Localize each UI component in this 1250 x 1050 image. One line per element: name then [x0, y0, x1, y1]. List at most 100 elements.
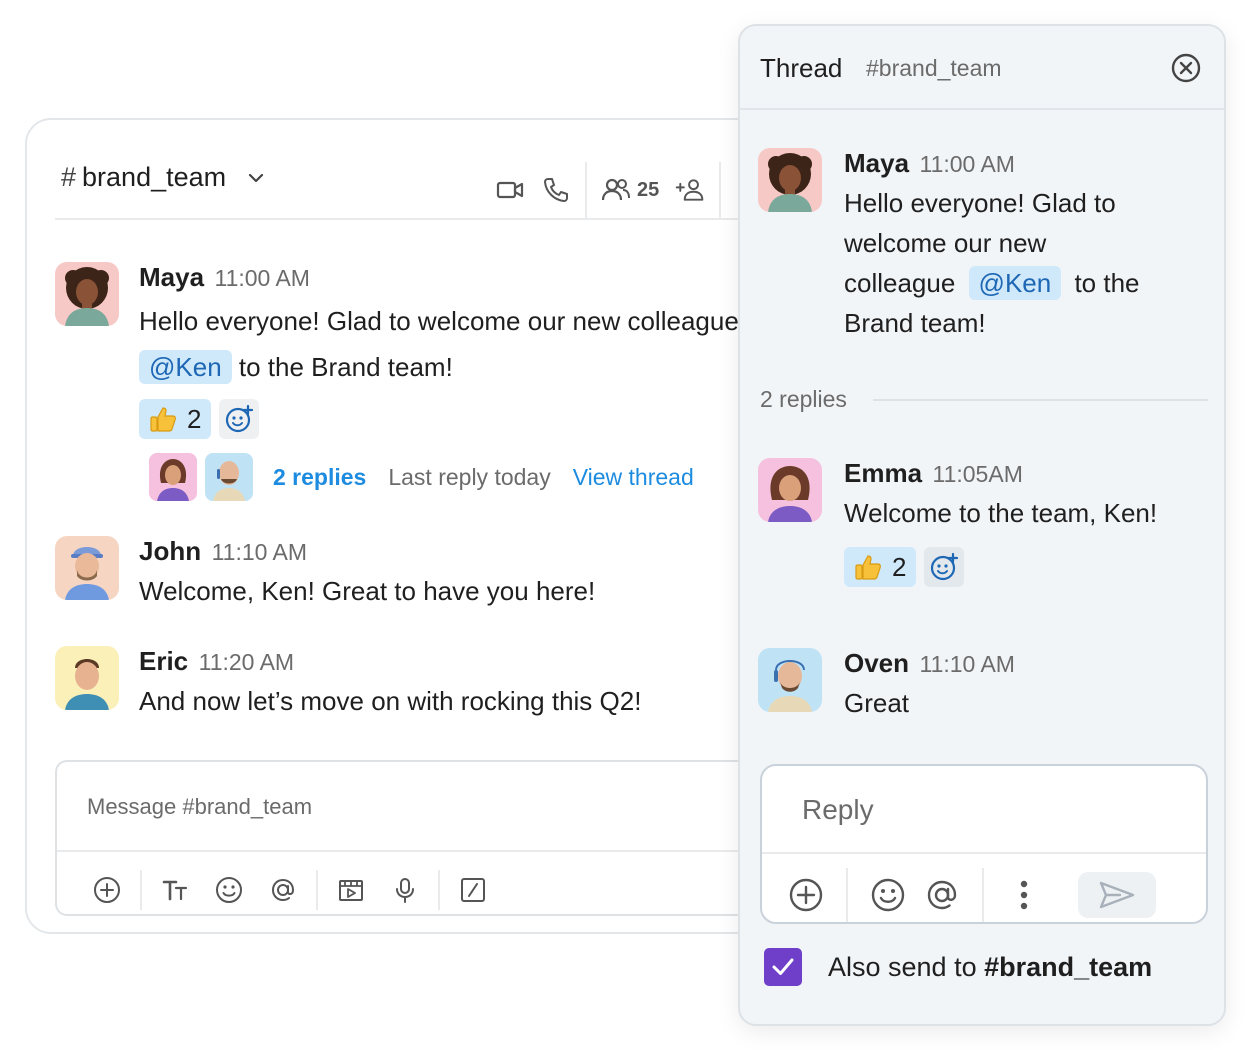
divider-line [872, 398, 1208, 401]
channel-toolbar: 25 [495, 162, 735, 218]
message-body: Eric 11:20 AM And now let’s move on with… [139, 646, 641, 721]
message-input[interactable]: Message #brand_team [87, 794, 312, 820]
reaction-count: 2 [892, 551, 907, 582]
toolbar-divider [846, 868, 848, 922]
avatar-eric[interactable] [55, 646, 119, 710]
toolbar-divider [719, 162, 722, 218]
channel-hash: # [61, 162, 77, 192]
avatar-oven[interactable] [758, 648, 822, 712]
thread-channel[interactable]: #brand_team [866, 55, 1002, 82]
message-text: Great [844, 688, 910, 718]
phone-icon[interactable] [541, 175, 571, 205]
message-author[interactable]: John [139, 536, 201, 566]
reply-input[interactable]: Reply [802, 794, 874, 826]
message-time: 11:00 AM [919, 151, 1015, 177]
message-composer: Message #brand_team [55, 760, 763, 916]
message-text-line: colleague @Ken to the [844, 263, 1214, 303]
channel-title-button[interactable]: # brand_team [61, 162, 266, 193]
channel-header: # brand_team 25 [55, 120, 763, 220]
mention-icon[interactable] [269, 876, 297, 904]
also-send-option[interactable]: Also send to #brand_team [764, 948, 1152, 986]
avatar-john[interactable] [55, 536, 119, 600]
message-text: And now let’s move on with rocking this … [139, 686, 642, 716]
thread-header: Thread #brand_team [740, 26, 1224, 110]
channel-card: # brand_team 25 Maya 11:00 AM Hello ever… [25, 118, 765, 934]
message-text-line2: @Ken to the Brand team! [139, 347, 739, 387]
add-emoji-icon [226, 404, 254, 433]
text-format-icon[interactable] [161, 876, 189, 904]
send-button[interactable] [1078, 872, 1156, 918]
thread-summary: 2 replies Last reply today View thread [149, 453, 739, 501]
emoji-icon[interactable] [215, 876, 243, 904]
slash-command-icon[interactable] [459, 876, 487, 904]
message-time: 11:10 AM [919, 651, 1015, 677]
reactions: 2 [139, 399, 739, 439]
avatar-emma[interactable] [758, 458, 822, 522]
chevron-down-icon[interactable] [246, 168, 266, 188]
message-text-line: Brand team! [844, 308, 986, 338]
message-author[interactable]: Emma [844, 458, 922, 488]
message-text: Welcome, Ken! Great to have you here! [139, 576, 596, 606]
message-body: John 11:10 AM Welcome, Ken! Great to hav… [139, 536, 595, 611]
message-time: 11:05AM [932, 461, 1023, 487]
toolbar-divider [316, 870, 318, 910]
message-author[interactable]: Oven [844, 648, 909, 678]
message-body: Oven 11:10 AM Great [844, 648, 1214, 723]
reaction-thumbs-up[interactable]: 2 [844, 547, 917, 587]
add-reaction-button[interactable] [219, 399, 260, 439]
message-text-line: welcome our new [844, 228, 1047, 258]
view-thread-link[interactable]: View thread [573, 464, 694, 491]
thumbs-up-icon [855, 555, 881, 580]
toolbar-divider [438, 870, 440, 910]
thread-panel: Thread #brand_team Maya 11:00 AM Hello e… [738, 24, 1226, 1026]
channel-name: brand_team [82, 162, 227, 192]
message-author[interactable]: Maya [844, 148, 909, 178]
avatar-maya[interactable] [55, 262, 119, 326]
thread-title: Thread [760, 53, 843, 83]
plus-circle-icon[interactable] [788, 877, 824, 913]
replies-divider: 2 replies [760, 386, 1208, 413]
send-icon [1099, 881, 1135, 909]
thumbs-up-icon [150, 407, 176, 432]
last-reply-text: Last reply today [388, 463, 551, 490]
media-icon[interactable] [337, 876, 365, 904]
more-vertical-icon[interactable] [1006, 877, 1042, 913]
mention-ken[interactable]: @Ken [139, 350, 232, 384]
mention-ken[interactable]: @Ken [968, 266, 1062, 300]
plus-circle-icon[interactable] [93, 876, 121, 904]
message-author[interactable]: Eric [139, 646, 188, 676]
message-text: Hello everyone! Glad to welcome our new … [139, 301, 739, 341]
members-icon[interactable] [601, 175, 631, 205]
microphone-icon[interactable] [391, 876, 419, 904]
also-send-prefix: Also send to [828, 951, 985, 982]
checkmark-icon [772, 958, 794, 975]
avatar-maya[interactable] [758, 148, 822, 212]
message-author[interactable]: Maya [139, 262, 204, 292]
composer-toolbar [93, 870, 500, 910]
add-member-icon[interactable] [675, 175, 705, 205]
close-icon[interactable] [1170, 52, 1202, 84]
toolbar-divider [982, 868, 984, 922]
reaction-count: 2 [187, 403, 202, 434]
message-body: Maya 11:00 AM Hello everyone! Glad to we… [844, 148, 1214, 343]
replies-count: 2 replies [760, 386, 847, 412]
replies-link[interactable]: 2 replies [273, 464, 366, 491]
composer-divider [762, 852, 1206, 854]
message-text: Welcome to the team, Ken! [844, 498, 1158, 528]
message-time: 11:20 AM [198, 649, 295, 675]
reply-toolbar [788, 868, 1156, 922]
toolbar-divider [140, 870, 142, 910]
mention-icon[interactable] [924, 877, 960, 913]
message-time: 11:10 AM [211, 539, 308, 565]
member-count[interactable]: 25 [637, 179, 659, 202]
reaction-thumbs-up[interactable]: 2 [139, 399, 212, 439]
add-reaction-button[interactable] [924, 547, 965, 587]
avatar-emma-mini [149, 453, 197, 501]
composer-divider [57, 850, 763, 852]
emoji-icon[interactable] [870, 877, 906, 913]
message-text-part: to the [1074, 268, 1140, 298]
message-text-part: to the Brand team! [238, 352, 453, 382]
also-send-label: Also send to #brand_team [828, 952, 1152, 983]
video-icon[interactable] [495, 175, 525, 205]
also-send-checkbox[interactable] [764, 948, 802, 986]
